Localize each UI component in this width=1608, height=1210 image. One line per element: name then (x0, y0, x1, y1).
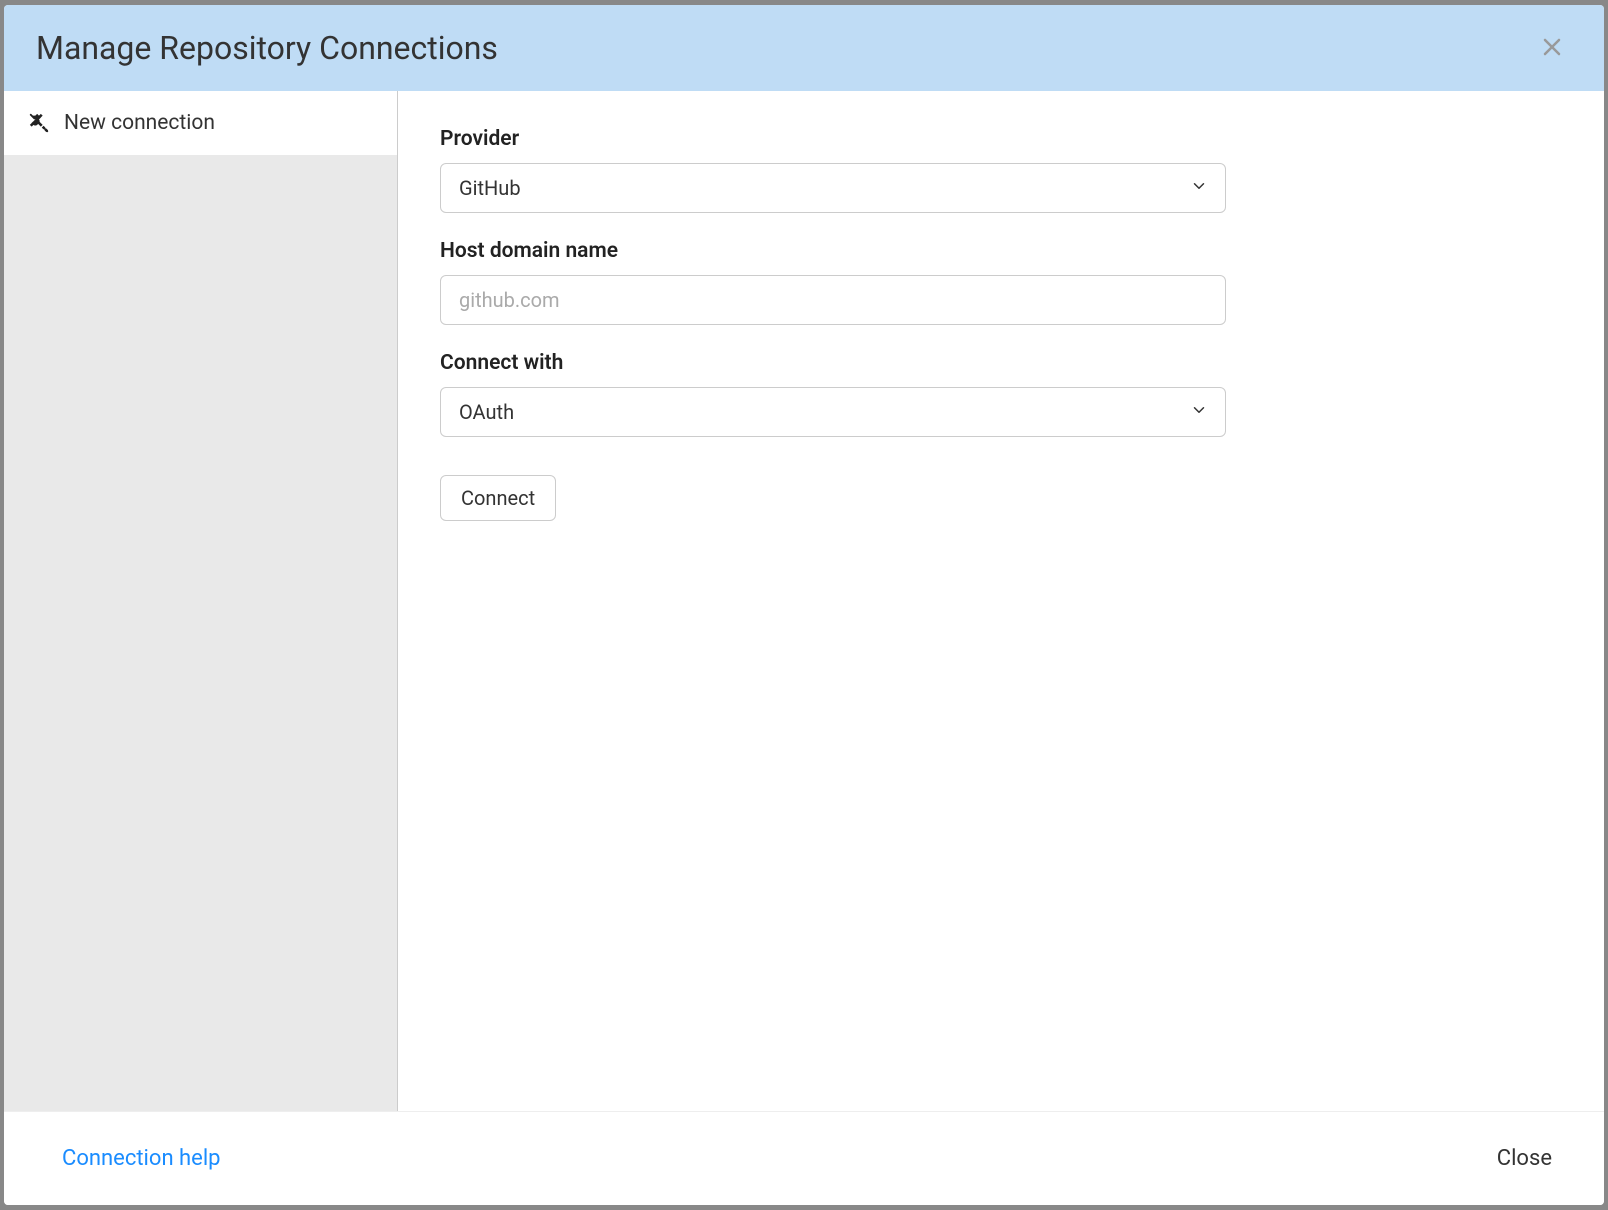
host-label: Host domain name (440, 239, 1562, 263)
form-group-host: Host domain name (440, 239, 1562, 325)
sidebar-item-new-connection[interactable]: New connection (4, 91, 397, 156)
sidebar-item-label: New connection (64, 111, 215, 135)
sidebar: New connection (4, 91, 398, 1111)
close-icon[interactable] (1532, 32, 1572, 64)
connect-button[interactable]: Connect (440, 475, 556, 521)
connect-with-label: Connect with (440, 351, 1562, 375)
modal-footer: Connection help Close (4, 1111, 1604, 1205)
connect-with-select-wrapper: OAuth (440, 387, 1226, 437)
host-input[interactable] (440, 275, 1226, 325)
provider-label: Provider (440, 127, 1562, 151)
connect-with-select[interactable]: OAuth (440, 387, 1226, 437)
form-group-provider: Provider GitHub (440, 127, 1562, 213)
form-group-connect-with: Connect with OAuth (440, 351, 1562, 437)
manage-connections-modal: Manage Repository Connections New conne (4, 5, 1604, 1205)
modal-header: Manage Repository Connections (4, 5, 1604, 91)
provider-select-wrapper: GitHub (440, 163, 1226, 213)
modal-title: Manage Repository Connections (36, 29, 498, 67)
provider-select[interactable]: GitHub (440, 163, 1226, 213)
modal-body: New connection Provider GitHub (4, 91, 1604, 1111)
connection-help-link[interactable]: Connection help (62, 1146, 221, 1171)
close-button[interactable]: Close (1485, 1138, 1564, 1179)
plug-icon (28, 112, 50, 134)
content-area: Provider GitHub Host domain name (398, 91, 1604, 1111)
